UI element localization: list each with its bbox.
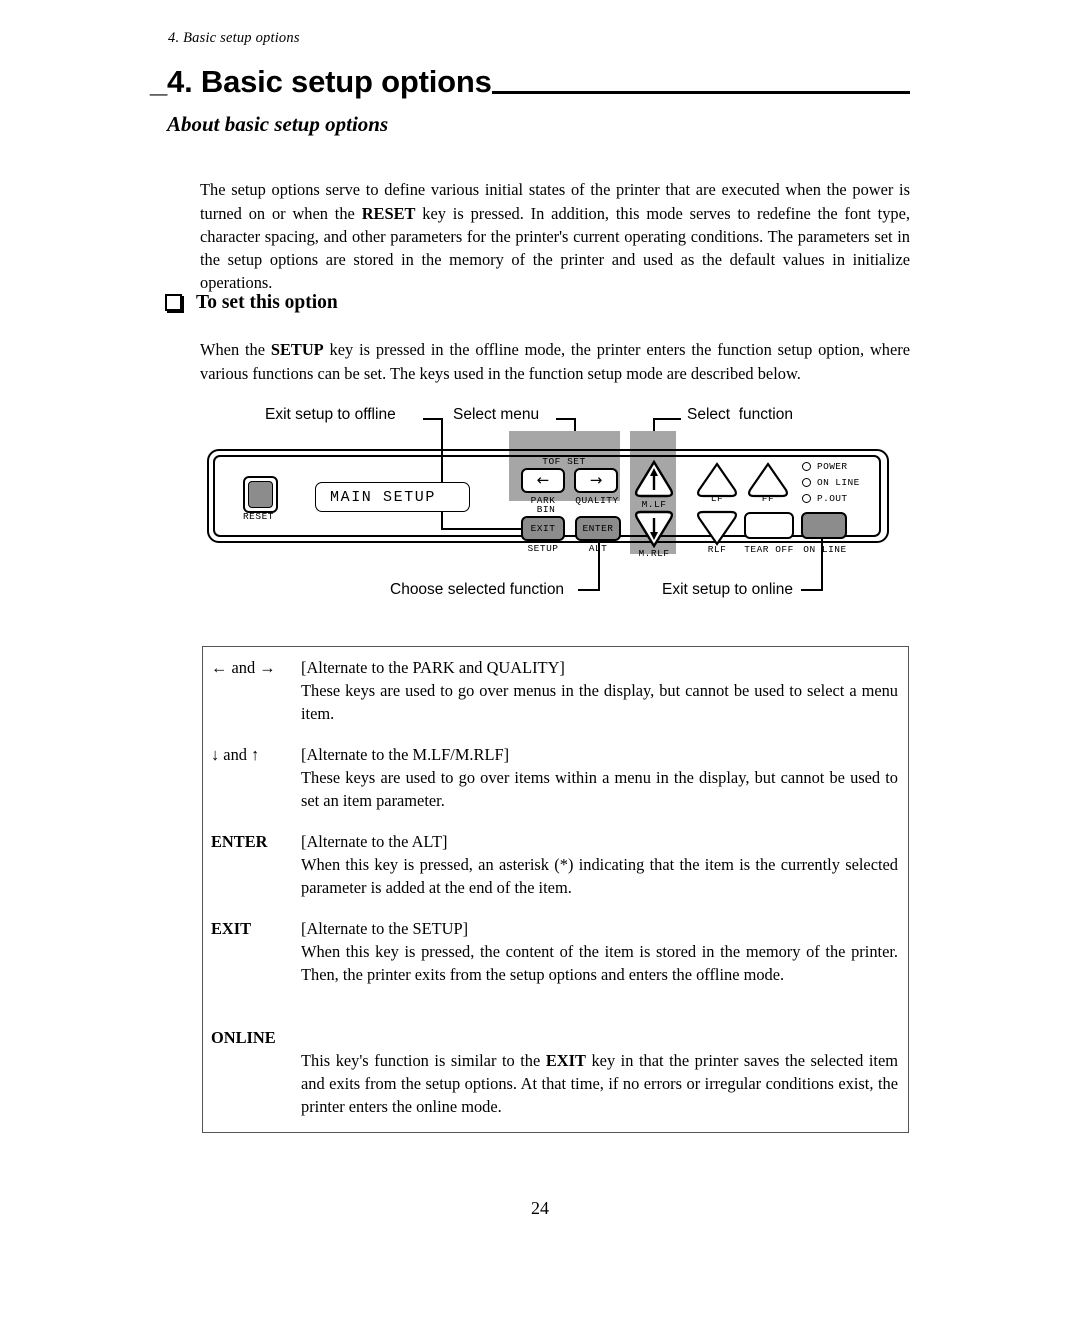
- key-description: [301, 1027, 908, 1050]
- key-description-text: These keys are used to go over items wit…: [301, 767, 898, 810]
- table-row: ↓ and ↑ [Alternate to the M.LF/M.RLF] Th…: [203, 744, 908, 812]
- callout-select-menu: Select menu: [453, 406, 540, 423]
- key-name: EXIT: [211, 919, 252, 938]
- callout-exit-setup-to-online: Exit setup to online: [662, 581, 793, 598]
- key-name: ENTER: [211, 832, 268, 851]
- led-on-line: ON LINE: [802, 477, 860, 488]
- alt-label: ALT: [588, 543, 608, 554]
- on-line-key[interactable]: [801, 512, 847, 539]
- tof-set-label: TOF SET: [542, 456, 586, 467]
- m-rlf-key[interactable]: [633, 510, 675, 548]
- tear-off-label: TEAR OFF: [744, 544, 794, 555]
- key-description: [Alternate to the ALT] When this key is …: [301, 831, 908, 899]
- key-description-text: When this key is pressed, the content of…: [301, 941, 898, 984]
- reset-key-label: RESET: [242, 511, 274, 522]
- table-row: ← and → [Alternate to the PARK and QUALI…: [203, 657, 908, 725]
- left-arrow-key[interactable]: ←: [521, 468, 565, 493]
- on-line-led-icon: [802, 478, 811, 487]
- section-heading: About basic setup options: [167, 112, 389, 136]
- callout-select-function: Select function: [687, 406, 793, 423]
- left-arrow-icon: ←: [536, 471, 550, 489]
- quality-label: QUALITY: [575, 495, 619, 506]
- power-led-label: POWER: [817, 461, 848, 472]
- title-rule: [491, 91, 910, 94]
- setup-label: SETUP: [527, 543, 559, 554]
- reset-keyword: RESET: [361, 203, 416, 223]
- on-line-led-label: ON LINE: [817, 477, 860, 488]
- leader-exit-online-h: [801, 589, 823, 591]
- table-row: EXIT [Alternate to the SETUP] When this …: [203, 918, 908, 986]
- key-name-spacer: [203, 1050, 301, 1118]
- key-alternate: [Alternate to the PARK and QUALITY]: [301, 658, 565, 677]
- led-p-out: P.OUT: [802, 493, 848, 504]
- key-name: ONLINE: [211, 1028, 276, 1047]
- callout-choose-selected-function: Choose selected function: [390, 581, 565, 598]
- chapter-title-block: _4. Basic setup options: [150, 57, 910, 99]
- bullet-square-icon: [165, 293, 182, 311]
- subhead-to-set-this-option: To set this option: [165, 292, 338, 314]
- m-lf-label: M.LF: [641, 499, 667, 510]
- key-name: ← and →: [211, 658, 276, 677]
- page-title: _4. Basic setup options: [150, 64, 492, 99]
- reset-key-cap: [248, 481, 273, 508]
- control-panel-figure: Exit setup to offline Select menu Select…: [0, 398, 1080, 618]
- key-alternate: [Alternate to the SETUP]: [301, 919, 469, 938]
- rlf-label: RLF: [707, 544, 727, 555]
- ff-label: FF: [761, 493, 775, 504]
- lcd-display: MAIN SETUP: [315, 482, 470, 512]
- lf-label: LF: [710, 493, 724, 504]
- leader-choose-function-h: [578, 589, 600, 591]
- callout-exit-setup-to-offline: Exit setup to offline: [265, 406, 396, 423]
- key-description-box: ← and → [Alternate to the PARK and QUALI…: [202, 646, 909, 1133]
- subhead-label: To set this option: [196, 292, 338, 313]
- key-description: [Alternate to the SETUP] When this key i…: [301, 918, 908, 986]
- leader-select-menu-v: [574, 418, 576, 432]
- table-row-continuation: This key's function is similar to the EX…: [203, 1050, 908, 1118]
- key-name: ↓ and ↑: [211, 745, 260, 764]
- m-rlf-label: M.RLF: [638, 548, 670, 559]
- leader-select-menu-h: [556, 418, 576, 420]
- right-arrow-key[interactable]: →: [574, 468, 618, 493]
- right-arrow-icon: →: [589, 471, 603, 489]
- page-number: 24: [531, 1198, 549, 1218]
- enter-key-label: ENTER: [582, 523, 614, 534]
- online-description: This key's function is similar to the EX…: [301, 1050, 908, 1118]
- enter-key[interactable]: ENTER: [575, 516, 621, 541]
- tear-off-key[interactable]: [744, 512, 794, 539]
- setup-text-before: When the: [200, 340, 271, 360]
- on-line-label: ON LINE: [803, 544, 847, 555]
- online-exit-keyword: EXIT: [545, 1051, 586, 1070]
- exit-key[interactable]: EXIT: [521, 516, 565, 541]
- rlf-key[interactable]: [695, 510, 739, 546]
- bin-label: BIN: [536, 504, 556, 515]
- leader-select-function-h: [653, 418, 681, 420]
- leader-select-function-v: [653, 418, 655, 432]
- reset-key[interactable]: [243, 476, 278, 513]
- setup-paragraph: When the SETUP key is pressed in the off…: [200, 338, 910, 384]
- p-out-led-icon: [802, 494, 811, 503]
- key-alternate: [Alternate to the ALT]: [301, 832, 448, 851]
- setup-keyword: SETUP: [270, 340, 324, 360]
- m-lf-key[interactable]: [633, 460, 675, 498]
- key-alternate: [Alternate to the M.LF/M.RLF]: [301, 745, 510, 764]
- p-out-led-label: P.OUT: [817, 493, 848, 504]
- key-description: [Alternate to the M.LF/M.RLF] These keys…: [301, 744, 908, 812]
- key-description: [Alternate to the PARK and QUALITY] Thes…: [301, 657, 908, 725]
- key-description-text: These keys are used to go over menus in …: [301, 680, 898, 723]
- table-row: ONLINE: [203, 1027, 908, 1050]
- online-text-before: This key's function is similar to the: [301, 1051, 546, 1070]
- running-head: 4. Basic setup options: [168, 30, 300, 46]
- power-led-icon: [802, 462, 811, 471]
- exit-key-label: EXIT: [530, 523, 556, 534]
- table-row: ENTER [Alternate to the ALT] When this k…: [203, 831, 908, 899]
- key-description-text: When this key is pressed, an asterisk (*…: [301, 854, 898, 897]
- lcd-display-text: MAIN SETUP: [330, 488, 437, 506]
- led-power: POWER: [802, 461, 848, 472]
- leader-exit-offline-h1: [423, 418, 443, 420]
- intro-paragraph: The setup options serve to define variou…: [200, 178, 910, 294]
